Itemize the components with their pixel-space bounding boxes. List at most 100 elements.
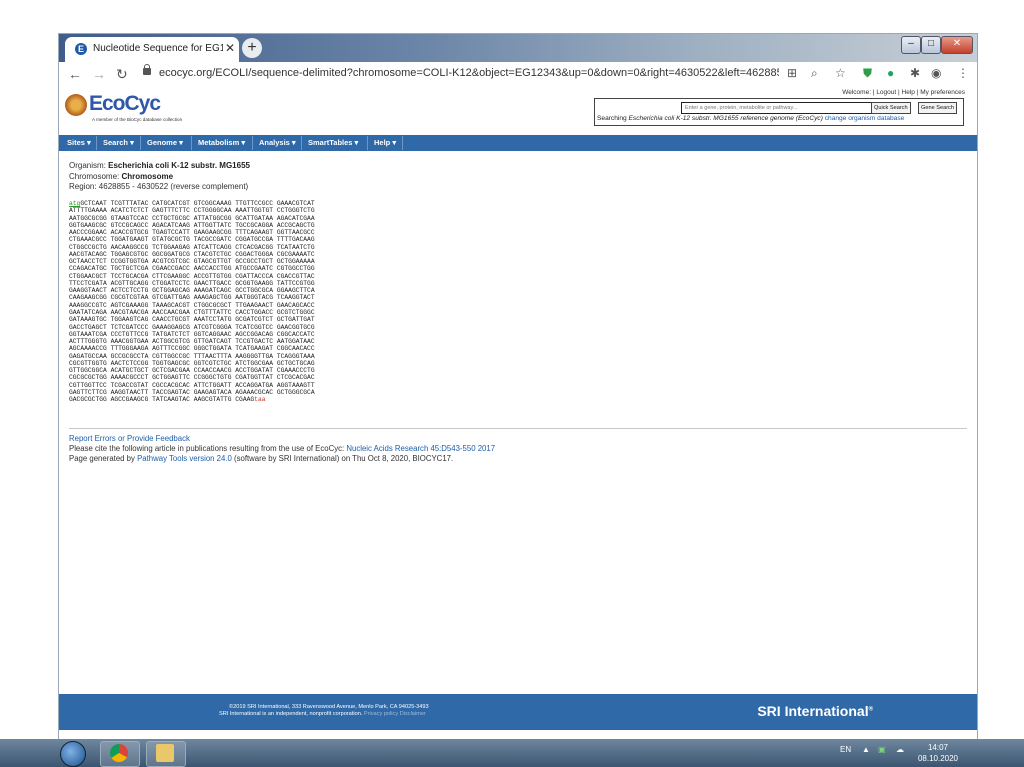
cloud-icon[interactable]: ☁ [896,745,904,754]
citation-link[interactable]: Nucleic Acids Research 45:D543-550 2017 [346,444,495,453]
sequence-line: AATGGCGCGG GTAAGTCCAC CCTGCTGCGC ATTATGG… [69,214,315,222]
preferences-link[interactable]: My preferences [920,89,965,96]
zoom-icon[interactable]: ⌕ [811,66,818,81]
sri-logo[interactable]: SRI International® [757,703,873,719]
translate-icon[interactable]: ⊞ [787,66,797,80]
sequence-line: AAAGGCCGTC AGTCGAAAGG TAAAGCACGT CTGGCGC… [69,301,315,309]
extensions-puzzle-icon[interactable]: ✱ [910,66,920,80]
close-window-button[interactable]: ✕ [941,36,973,54]
maximize-button[interactable]: □ [921,36,941,54]
help-link[interactable]: Help [902,89,915,96]
organism-value: Escherichia coli K-12 substr. MG1655 [108,161,250,170]
page-content: EcoCyc A member of the BioCyc database c… [59,86,977,740]
bookmark-star-icon[interactable]: ☆ [835,66,846,80]
menu-sites[interactable]: Sites ▾ [67,138,91,147]
logout-link[interactable]: Logout [876,89,896,96]
searching-prefix: Searching [597,115,629,122]
close-tab-icon[interactable]: ✕ [225,41,235,55]
chrome-icon [110,744,128,762]
gene-search-button[interactable]: Gene Search [918,102,957,114]
sequence-line: AGCAAAACCG TTTGGGAAGA AGTTTCCGGC GGGCTGG… [69,345,315,353]
menu-metabolism[interactable]: Metabolism ▾ [198,138,245,147]
language-indicator[interactable]: EN [840,745,851,754]
divider [69,428,967,429]
disclaimer-link[interactable]: Disclaimer [400,711,426,717]
tray-app-icon[interactable]: ▣ [878,745,886,754]
folder-icon [156,744,174,762]
profile-avatar-icon[interactable]: ◉ [931,66,941,80]
generated-suffix: (software by SRI International) on Thu O… [231,454,454,463]
windows-start-icon[interactable] [60,741,86,767]
taskbar: EN ▲ ▣ ☁ 14:07 08.10.2020 [0,739,1024,767]
footer-address-line: ©2019 SRI International, 333 Ravenswood … [229,704,429,710]
grammar-extension-icon[interactable]: ● [887,66,894,80]
reload-button[interactable]: ↻ [116,66,128,83]
user-links: Welcome: | Logout | Help | My preference… [842,89,965,96]
clock[interactable]: 14:07 08.10.2020 [918,742,958,764]
sequence-line: CGCGTTGGTG AACTCTCCGG TGGTGAGCGC GGTCGTC… [69,359,315,367]
sequence-last-line: GACGCGCTGG AGCCGAAGCG TATCAAGTAC AAGCGTA… [69,396,255,404]
privacy-link[interactable]: Privacy policy [364,711,398,717]
welcome-label: Welcome: [842,89,871,96]
tab-title: Nucleotide Sequence for EG12343 [93,43,223,54]
sequence-line: ACTTTGGGTG AAACGGTGAA ACTGGCGTCG GTTGATC… [69,338,315,346]
menu-separator [96,136,97,150]
logo-text: EcoCyc [89,92,161,115]
pathway-tools-link[interactable]: Pathway Tools version 24.0 [137,454,232,463]
taskbar-chrome[interactable] [100,741,140,767]
quick-search-button[interactable]: Quick Search [871,102,911,114]
chromosome-label: Chromosome: [69,171,120,181]
menu-separator [301,136,302,150]
site-footer: ©2019 SRI International, 333 Ravenswood … [59,694,977,730]
lock-icon [143,64,151,75]
sequence-line: GCTAACCTCT CCGGTGGTGA ACGTCGTCGC GTAGCGT… [69,258,315,266]
organism-line: Organism: Escherichia coli K-12 substr. … [69,161,250,172]
menu-analysis[interactable]: Analysis ▾ [259,138,296,147]
sequence-line: GGTAAATCGA CCCTGTTCCG TATGATCTCT GGTCAGG… [69,330,315,338]
sequence-first-line: GCTCAAT TCGTTTATAC CATGCATCGT GTCGGCAAAG… [80,200,315,207]
search-input[interactable]: Enter a gene, protein, metabolite or pat… [681,102,872,114]
feedback-link[interactable]: Report Errors or Provide Feedback [69,434,190,443]
tray-expand-icon[interactable]: ▲ [862,745,870,754]
start-codon: atg [69,200,81,207]
logo-tagline: A member of the BioCyc database collecti… [92,117,183,122]
menu-separator [367,136,368,150]
menu-separator [402,136,403,150]
menu-help[interactable]: Help ▾ [374,138,396,147]
stop-codon: taa [254,396,266,404]
footer-nonprofit: SRI International is an independent, non… [219,711,363,717]
address-bar[interactable]: ecocyc.org/ECOLI/sequence-delimited?chro… [159,67,779,79]
sequence-line: CTGGAACGCT TCCTGCACGA CTTCGAAGGC ACCGTTG… [69,272,315,280]
sequence-line: GATAAAGTGC TGGAAGTCAG CAACCTGCGT AAATCCT… [69,316,315,324]
menu-kebab-icon[interactable]: ⋮ [957,66,969,80]
change-database-link[interactable]: change organism database [825,115,905,122]
sequence-body: ATTTTGAAAA ACATCTCTCT GAGTTTCTTC CCTGGGG… [69,207,315,396]
menu-genome[interactable]: Genome ▾ [147,138,183,147]
generated-text: Page generated by [69,454,138,463]
sri-logo-text: SRI International [757,703,869,719]
taskbar-explorer[interactable] [146,741,186,767]
browser-tab[interactable]: E Nucleotide Sequence for EG12343 ✕ [65,37,239,62]
chromosome-value: Chromosome [121,171,174,181]
footer-address: ©2019 SRI International, 333 Ravenswood … [219,704,429,718]
sequence-line: GAAGGTAACT ACTCCTCCTG GCTGGAGCAG AAAGATC… [69,287,315,295]
organism-label: Organism: [69,161,106,170]
sequence-line: AACCCGGAAC ACACCGTGCG TGAGTCCATT GAAGAAG… [69,229,315,237]
sequence-line: CCAGACATGC TGCTGCTCGA CGAACCGACC AACCACC… [69,265,315,273]
shield-extension-icon[interactable]: ⛊ [863,66,872,81]
clock-date: 08.10.2020 [917,754,958,763]
back-button[interactable]: ← [68,66,82,82]
minimize-button[interactable]: – [901,36,921,54]
cite-text: Please cite the following article in pub… [69,444,347,453]
sequence-line: ATTTTGAAAA ACATCTCTCT GAGTTTCTTC CCTGGGG… [69,207,315,215]
menu-smarttables[interactable]: SmartTables ▾ [308,138,358,147]
sequence-line: GAATATCAGA AACGTAACGA AACCAACGAA CTGTTTA… [69,308,315,316]
menu-separator [140,136,141,150]
forward-button[interactable]: → [92,66,106,82]
search-panel: Enter a gene, protein, metabolite or pat… [594,98,964,126]
sequence-line: GAGTTCTTCG AAGGTAACTT TACCGAGTAC GAAGAGT… [69,388,315,396]
sequence-line: GACCTGAGCT TCTCGATCCC GAAAGGAGCG ATCGTCG… [69,323,315,331]
new-tab-button[interactable]: + [242,38,262,58]
logo-sun-icon [65,94,87,116]
menu-search[interactable]: Search ▾ [103,138,134,147]
